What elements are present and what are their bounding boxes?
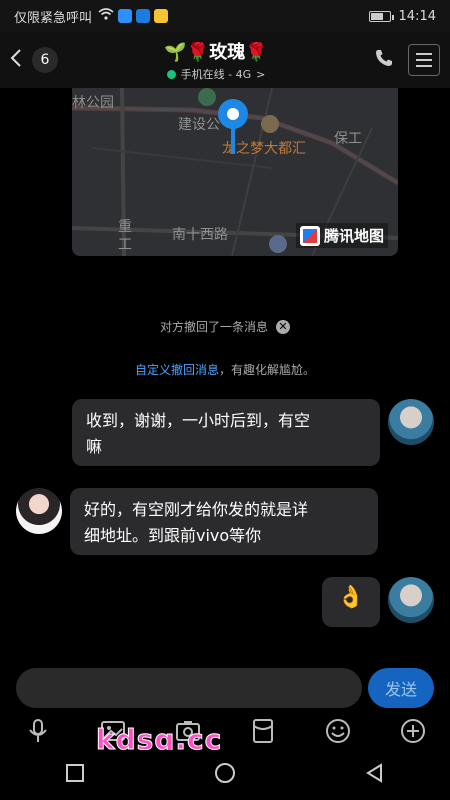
- tencent-map-icon: [299, 225, 320, 246]
- custom-recall-link[interactable]: 自定义撤回消息: [135, 363, 219, 377]
- carrier-text: 仅限紧急呼叫: [14, 10, 93, 26]
- message-bubble-sent[interactable]: 收到，谢谢，一小时后到，有空 嘛: [72, 399, 380, 466]
- avatar[interactable]: [388, 399, 434, 445]
- home-icon[interactable]: [214, 762, 236, 788]
- phone-call-icon[interactable]: [374, 48, 394, 72]
- red-packet-icon[interactable]: [248, 716, 278, 746]
- wifi-icon: [98, 8, 114, 24]
- input-toolbar: [0, 714, 450, 748]
- map-label: 工: [118, 237, 132, 253]
- microphone-icon[interactable]: [23, 716, 53, 746]
- map-label: 建设公: [178, 117, 220, 133]
- plus-icon[interactable]: [398, 716, 428, 746]
- custom-recall-hint: 自定义撤回消息，有趣化解尴尬。: [134, 363, 316, 377]
- back-nav-icon[interactable]: [365, 763, 385, 787]
- status-bar: 仅限紧急呼叫 14:14: [0, 0, 450, 32]
- message-bubble-received[interactable]: 好的，有空刚才给你发的就是详 细地址。到跟前vivo等你: [70, 488, 378, 555]
- unread-count-badge: 6: [32, 47, 58, 73]
- map-label: 保工: [334, 131, 362, 147]
- chevron-left-icon: [10, 48, 22, 72]
- send-button[interactable]: 发送: [368, 668, 434, 708]
- map-label: 林公园: [72, 95, 114, 111]
- back-button[interactable]: 6: [10, 47, 58, 73]
- map-label: 重: [118, 219, 132, 235]
- app-notification-icon-3: [154, 9, 169, 23]
- message-bubble-sent[interactable]: 👌: [322, 577, 380, 627]
- emoji-icon[interactable]: [323, 716, 353, 746]
- close-icon[interactable]: ✕: [276, 319, 290, 334]
- contact-name: 🌱🌹玫瑰🌹: [164, 42, 268, 63]
- chat-header: 6 🌱🌹玫瑰🌹 手机在线 - 4G >: [0, 32, 450, 88]
- chevron-right-icon: >: [256, 67, 266, 81]
- ok-hand-emoji: 👌: [337, 585, 365, 610]
- more-menu-button[interactable]: [408, 44, 440, 76]
- recall-notice: 对方撤回了一条消息 ✕: [0, 318, 450, 335]
- tencent-map-logo: 腾讯地图: [295, 223, 388, 248]
- recent-apps-icon[interactable]: [65, 763, 85, 787]
- avatar[interactable]: [388, 577, 434, 623]
- map-label: 南十西路: [172, 227, 228, 243]
- contact-info[interactable]: 🌱🌹玫瑰🌹 手机在线 - 4G >: [164, 38, 267, 82]
- app-notification-icon: [118, 9, 133, 23]
- battery-icon: [368, 10, 394, 22]
- app-notification-icon-2: [136, 9, 151, 23]
- online-status-text: 手机在线 - 4G: [180, 68, 252, 81]
- clock-text: 14:14: [398, 8, 436, 24]
- location-map-card[interactable]: 林公园 建设公 龙之梦大都汇 保工 重 工 南十西路 腾讯地图: [72, 88, 398, 256]
- message-input[interactable]: [16, 668, 362, 708]
- system-nav-bar: [0, 750, 450, 800]
- online-dot-icon: [166, 69, 176, 79]
- avatar[interactable]: [16, 488, 62, 534]
- online-status: 手机在线 - 4G >: [164, 66, 267, 82]
